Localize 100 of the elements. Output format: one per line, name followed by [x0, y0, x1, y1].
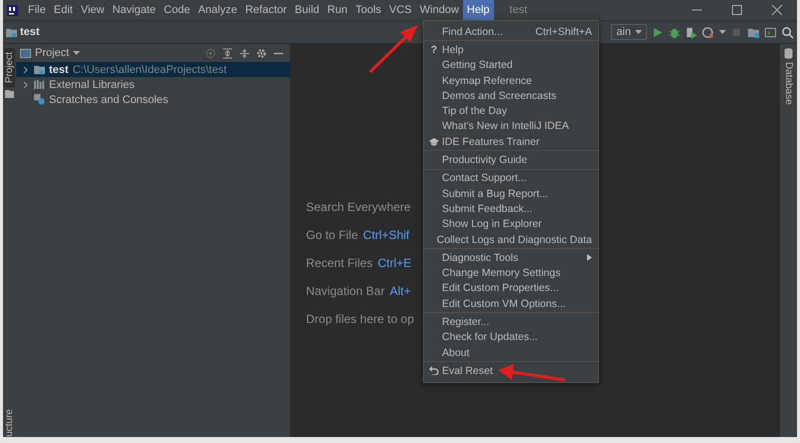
menu-entry[interactable]: Submit a Bug Report... — [424, 186, 598, 202]
menu-entry[interactable]: Contact Support... — [424, 170, 598, 186]
menu-entry-label: Tip of the Day — [442, 105, 507, 118]
menu-entry-label: Show Log in Explorer — [442, 218, 542, 230]
caret-icon[interactable] — [719, 30, 726, 34]
menu-entry[interactable]: Collect Logs and Diagnostic Data — [424, 232, 598, 248]
menu-entry-label: Productivity Guide — [442, 154, 528, 166]
project-tab[interactable]: Project — [4, 48, 15, 88]
caret-icon[interactable] — [73, 51, 80, 55]
panel-icon — [20, 48, 31, 58]
tree-label: test — [49, 64, 69, 76]
hint-label: Drop files here to op — [306, 312, 414, 326]
menu-item[interactable]: Run — [323, 0, 352, 20]
menu-entry-label: Eval Reset — [442, 364, 493, 377]
terminal-icon[interactable] — [764, 26, 777, 38]
menu-entry-label: Submit Feedback... — [442, 202, 532, 215]
menu-item[interactable]: Refactor — [241, 0, 291, 20]
caret-icon — [635, 30, 642, 34]
folder-icon — [6, 26, 17, 38]
hint-label: Recent Files — [306, 256, 373, 270]
menu-entry[interactable]: Change Memory Settings — [424, 265, 598, 281]
tree-path: C:\Users\allen\IdeaProjects\test — [72, 64, 227, 76]
menu-item[interactable]: View — [76, 0, 108, 20]
app-logo-icon — [7, 4, 18, 16]
menu-shortcut: Ctrl+Shift+A — [535, 26, 592, 38]
menu-entry[interactable]: About — [424, 344, 598, 360]
run-config-dropdown[interactable]: ain — [611, 24, 647, 40]
menu-entry-label: What's New in IntelliJ IDEA — [442, 120, 569, 132]
menu-item[interactable]: Navigate — [108, 0, 160, 20]
menu-entry-label: Keymap Reference — [442, 74, 532, 87]
menu-item[interactable]: Tools — [351, 0, 386, 20]
menu-entry[interactable]: ? Help — [424, 42, 598, 58]
expand-all-icon[interactable] — [222, 48, 233, 58]
menu-entry[interactable]: Submit Feedback... — [424, 201, 598, 217]
menu-item[interactable]: File — [24, 0, 50, 20]
menu-entry-label: Register... — [442, 316, 490, 328]
menu-entry[interactable]: Productivity Guide — [424, 152, 598, 168]
menu-entry-label: Change Memory Settings — [442, 267, 560, 280]
scratches-icon — [34, 94, 45, 105]
tree-row[interactable]: External Libraries — [16, 77, 290, 92]
coverage-icon[interactable] — [685, 26, 698, 38]
menu-entry[interactable]: IDE Features Trainer — [424, 134, 598, 150]
tree-label: External Libraries — [49, 78, 135, 90]
annotation-arrow — [498, 364, 566, 382]
hint-label: Navigation Bar — [306, 284, 385, 298]
collapse-all-icon[interactable] — [239, 48, 250, 58]
menu-entry[interactable]: Find Action... Ctrl+Shift+A — [424, 24, 598, 40]
folder-icon — [34, 64, 45, 75]
menu-entry-label: Edit Custom VM Options... — [442, 298, 566, 310]
menu-entry[interactable]: Getting Started — [424, 58, 598, 73]
breadcrumb[interactable]: test — [20, 26, 40, 38]
menu-entry[interactable]: Show Log in Explorer — [424, 216, 598, 232]
menu-item[interactable]: Build — [290, 0, 324, 20]
help-glyph: ? — [430, 44, 438, 56]
menu-item[interactable]: VCS — [385, 0, 416, 20]
menu-entry-label: Check for Updates... — [442, 331, 538, 344]
database-tab[interactable]: Database — [783, 62, 794, 105]
hint-label: Search Everywhere — [306, 200, 411, 214]
menu-entry-label: Getting Started — [442, 59, 513, 72]
menu-entry-label: Help — [442, 44, 464, 56]
menu-item[interactable]: Analyze — [194, 0, 242, 20]
menu-item[interactable]: Window — [416, 0, 463, 20]
menu-entry[interactable]: Keymap Reference — [424, 72, 598, 88]
menu-entry[interactable]: Demos and Screencasts — [424, 88, 598, 104]
menu-entry[interactable]: Tip of the Day — [424, 103, 598, 119]
menu-entry-label: Edit Custom Properties... — [442, 282, 559, 294]
menu-entry[interactable]: Edit Custom Properties... — [424, 280, 598, 296]
menu-entry-label: Collect Logs and Diagnostic Data — [436, 234, 592, 246]
menu-entry-label: Diagnostic Tools — [442, 252, 518, 264]
menu-entry[interactable]: Edit Custom VM Options... — [424, 296, 598, 312]
panel-title[interactable]: Project — [35, 47, 70, 59]
window-title: test — [510, 4, 528, 16]
menu-entry[interactable]: What's New in IntelliJ IDEA — [424, 118, 598, 134]
tree-row[interactable]: test C:\Users\allen\IdeaProjects\test — [16, 62, 290, 77]
profiler-icon[interactable] — [702, 26, 715, 38]
structure-tab[interactable]: ucture — [4, 407, 15, 437]
menu-entry[interactable]: Check for Updates... — [424, 330, 598, 345]
settings-icon[interactable] — [256, 48, 267, 58]
tree-row[interactable]: Scratches and Consoles — [16, 92, 290, 107]
library-icon — [34, 79, 45, 90]
database-icon — [784, 48, 793, 59]
menu-entry-label: Find Action... — [442, 26, 503, 38]
search-icon[interactable] — [781, 26, 794, 38]
hint-shortcut: Ctrl+E — [378, 256, 412, 270]
hint-shortcut: Ctrl+Shif — [363, 228, 410, 242]
tree-label: Scratches and Consoles — [49, 94, 168, 106]
menu-item[interactable]: Help — [462, 0, 494, 20]
menu-entry[interactable]: Register... — [424, 314, 598, 330]
menu-item[interactable]: Edit — [50, 0, 77, 20]
undo-icon — [429, 366, 439, 376]
menu-item[interactable]: Code — [160, 0, 194, 20]
run-icon[interactable] — [651, 26, 664, 38]
graduation-cap-icon — [429, 138, 439, 146]
folder-icon — [5, 90, 14, 98]
menu-entry[interactable]: Eval Reset — [424, 363, 598, 379]
menu-entry-label: About — [442, 346, 470, 359]
hint-shortcut: Alt+ — [390, 284, 411, 298]
annotation-arrow — [368, 25, 418, 74]
menu-entry[interactable]: Diagnostic Tools — [424, 250, 598, 266]
menu-entry-label: Contact Support... — [442, 172, 527, 184]
